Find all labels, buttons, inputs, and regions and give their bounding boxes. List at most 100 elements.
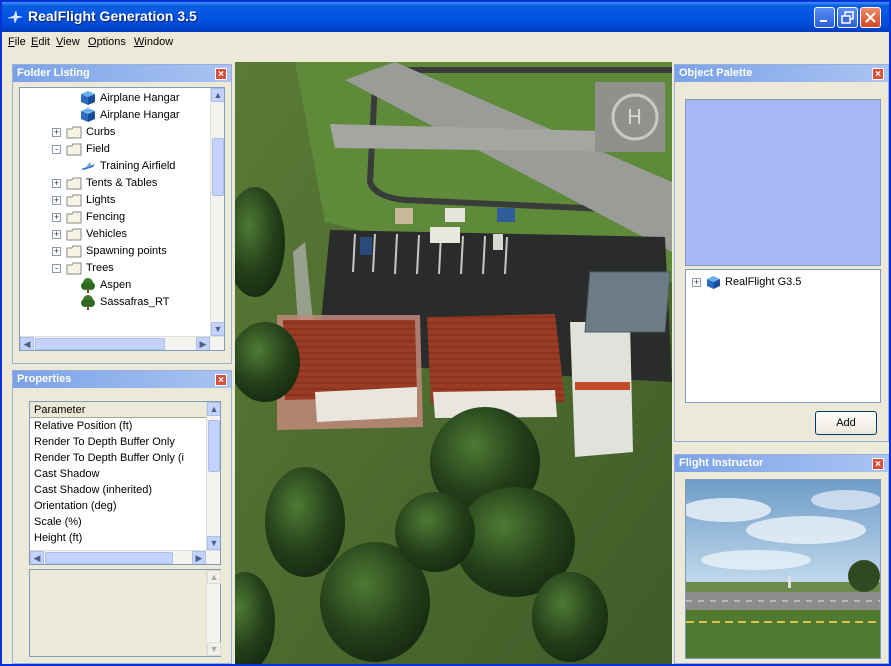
scroll-left-arrow[interactable]: ◀ <box>20 337 34 350</box>
tree-item-label: Curbs <box>86 126 116 138</box>
cube-icon <box>81 91 95 105</box>
folder-tree-item[interactable]: + Tents & Tables <box>20 175 210 192</box>
close-icon: × <box>875 459 881 470</box>
scroll-down-arrow[interactable]: ▼ <box>207 536 220 550</box>
instructor-scene <box>686 480 880 658</box>
properties-title: Properties <box>13 371 231 388</box>
tree-expander[interactable]: + <box>692 278 701 287</box>
folder-tree[interactable]: Airplane Hangar Airplane Hangar + Curbs - Fie… <box>19 87 225 351</box>
folder-listing-title: Folder Listing <box>13 65 231 82</box>
object-palette-tree[interactable]: + RealFlight G3.5 <box>685 269 881 403</box>
property-row[interactable]: Cast Shadow <box>34 468 99 480</box>
properties-grid[interactable]: Parameter Relative Position (ft) Render T… <box>29 401 221 565</box>
properties-close-button[interactable]: × <box>215 374 227 386</box>
tree-expander[interactable]: + <box>52 230 61 239</box>
close-icon: × <box>218 375 224 386</box>
folder-listing-panel: Folder Listing × Airplane Hangar Airplane… <box>12 64 232 364</box>
scroll-thumb[interactable] <box>208 420 220 472</box>
tree-expander[interactable]: + <box>52 213 61 222</box>
folder-icon <box>66 194 82 207</box>
flight-instructor-panel: Flight Instructor × <box>674 454 889 664</box>
tree-item-label: Vehicles <box>86 228 127 240</box>
cube-icon <box>81 108 95 122</box>
folder-tree-item[interactable]: + Lights <box>20 192 210 209</box>
folder-tree-item[interactable]: Aspen <box>20 277 210 294</box>
minimize-button[interactable] <box>814 7 835 28</box>
folder-tree-item[interactable]: - Trees <box>20 260 210 277</box>
folder-tree-item[interactable]: Airplane Hangar <box>20 90 210 107</box>
scroll-up-arrow[interactable]: ▲ <box>211 88 224 102</box>
folder-tree-item[interactable]: Sassafras_RT <box>20 294 210 311</box>
menu-file-label: ile <box>14 36 26 48</box>
menu-window-mnemonic: W <box>134 36 145 48</box>
folder-tree-item[interactable]: + Vehicles <box>20 226 210 243</box>
properties-vscrollbar[interactable]: ▲ ▼ <box>206 402 220 550</box>
scroll-right-arrow[interactable]: ▶ <box>196 337 210 350</box>
property-row[interactable]: Render To Depth Buffer Only <box>34 436 175 448</box>
scene-viewport[interactable]: H <box>235 62 672 664</box>
menu-bar: File Edit View Options Window <box>2 32 889 54</box>
menu-view[interactable]: View <box>56 36 80 48</box>
scene-render: H <box>235 62 672 664</box>
scroll-up-arrow[interactable]: ▲ <box>207 570 221 584</box>
add-button[interactable]: Add <box>815 411 877 435</box>
scroll-down-arrow[interactable]: ▼ <box>207 642 221 656</box>
folder-tree-item[interactable]: Training Airfield <box>20 158 210 175</box>
tree-expander[interactable]: + <box>52 128 61 137</box>
folder-tree-item[interactable]: + Curbs <box>20 124 210 141</box>
folder-icon <box>66 211 82 224</box>
scroll-up-arrow[interactable]: ▲ <box>207 402 220 416</box>
cube-icon <box>707 276 720 289</box>
tree-expander[interactable]: - <box>52 145 61 154</box>
folder-tree-item[interactable]: Airplane Hangar <box>20 107 210 124</box>
scroll-down-arrow[interactable]: ▼ <box>211 322 224 336</box>
property-row[interactable]: Render To Depth Buffer Only (i <box>34 452 184 464</box>
property-row[interactable]: Scale (%) <box>34 516 82 528</box>
flight-instructor-close-button[interactable]: × <box>872 458 884 470</box>
scroll-left-arrow[interactable]: ◀ <box>30 551 44 564</box>
folder-tree-hscrollbar[interactable]: ◀ ▶ <box>20 336 224 350</box>
folder-tree-item[interactable]: + Spawning points <box>20 243 210 260</box>
object-palette-tree-item[interactable]: RealFlight G3.5 <box>725 276 801 288</box>
close-icon: × <box>875 69 881 80</box>
folder-listing-close-button[interactable]: × <box>215 68 227 80</box>
menu-file[interactable]: File <box>8 36 26 48</box>
folder-tree-vscrollbar[interactable]: ▲ ▼ <box>210 88 224 336</box>
tree-expander[interactable]: + <box>52 179 61 188</box>
parameter-column-header[interactable]: Parameter <box>30 402 208 418</box>
property-description-box: ▲ ▼ <box>29 569 221 657</box>
folder-tree-item[interactable]: + Fencing <box>20 209 210 226</box>
menu-options-mnemonic: O <box>88 36 97 48</box>
scroll-thumb[interactable] <box>45 552 173 564</box>
object-palette-panel: Object Palette × + RealFlight G3.5 Add <box>674 64 889 442</box>
description-vscrollbar[interactable]: ▲ ▼ <box>206 570 221 656</box>
property-row[interactable]: Height (ft) <box>34 532 82 544</box>
menu-window[interactable]: Window <box>134 36 173 48</box>
title-bar[interactable]: RealFlight Generation 3.5 <box>2 2 889 32</box>
object-palette-close-button[interactable]: × <box>872 68 884 80</box>
menu-edit-label: dit <box>38 36 50 48</box>
property-row[interactable]: Cast Shadow (inherited) <box>34 484 152 496</box>
menu-window-label: indow <box>144 36 174 48</box>
realflight-app-icon <box>7 10 23 24</box>
menu-options[interactable]: Options <box>88 36 126 48</box>
close-button[interactable] <box>860 7 881 28</box>
window-title: RealFlight Generation 3.5 <box>28 8 197 24</box>
tree-item-label: Aspen <box>100 279 132 291</box>
scroll-thumb[interactable] <box>212 138 224 196</box>
scroll-thumb[interactable] <box>35 338 165 350</box>
properties-hscrollbar[interactable]: ◀ ▶ <box>30 550 220 564</box>
menu-edit[interactable]: Edit <box>31 36 50 48</box>
scroll-right-arrow[interactable]: ▶ <box>192 551 206 564</box>
folder-tree-item[interactable]: - Field <box>20 141 210 158</box>
tree-item-label: Fencing <box>86 211 126 223</box>
tree-icon <box>81 295 95 310</box>
property-row[interactable]: Orientation (deg) <box>34 500 117 512</box>
property-row[interactable]: Relative Position (ft) <box>34 420 132 432</box>
airfield-icon <box>81 162 95 170</box>
tree-expander[interactable]: + <box>52 247 61 256</box>
tree-expander[interactable]: - <box>52 264 61 273</box>
restore-button[interactable] <box>837 7 858 28</box>
tree-expander[interactable]: + <box>52 196 61 205</box>
app-window: RealFlight Generation 3.5 File Edit View… <box>0 0 891 666</box>
